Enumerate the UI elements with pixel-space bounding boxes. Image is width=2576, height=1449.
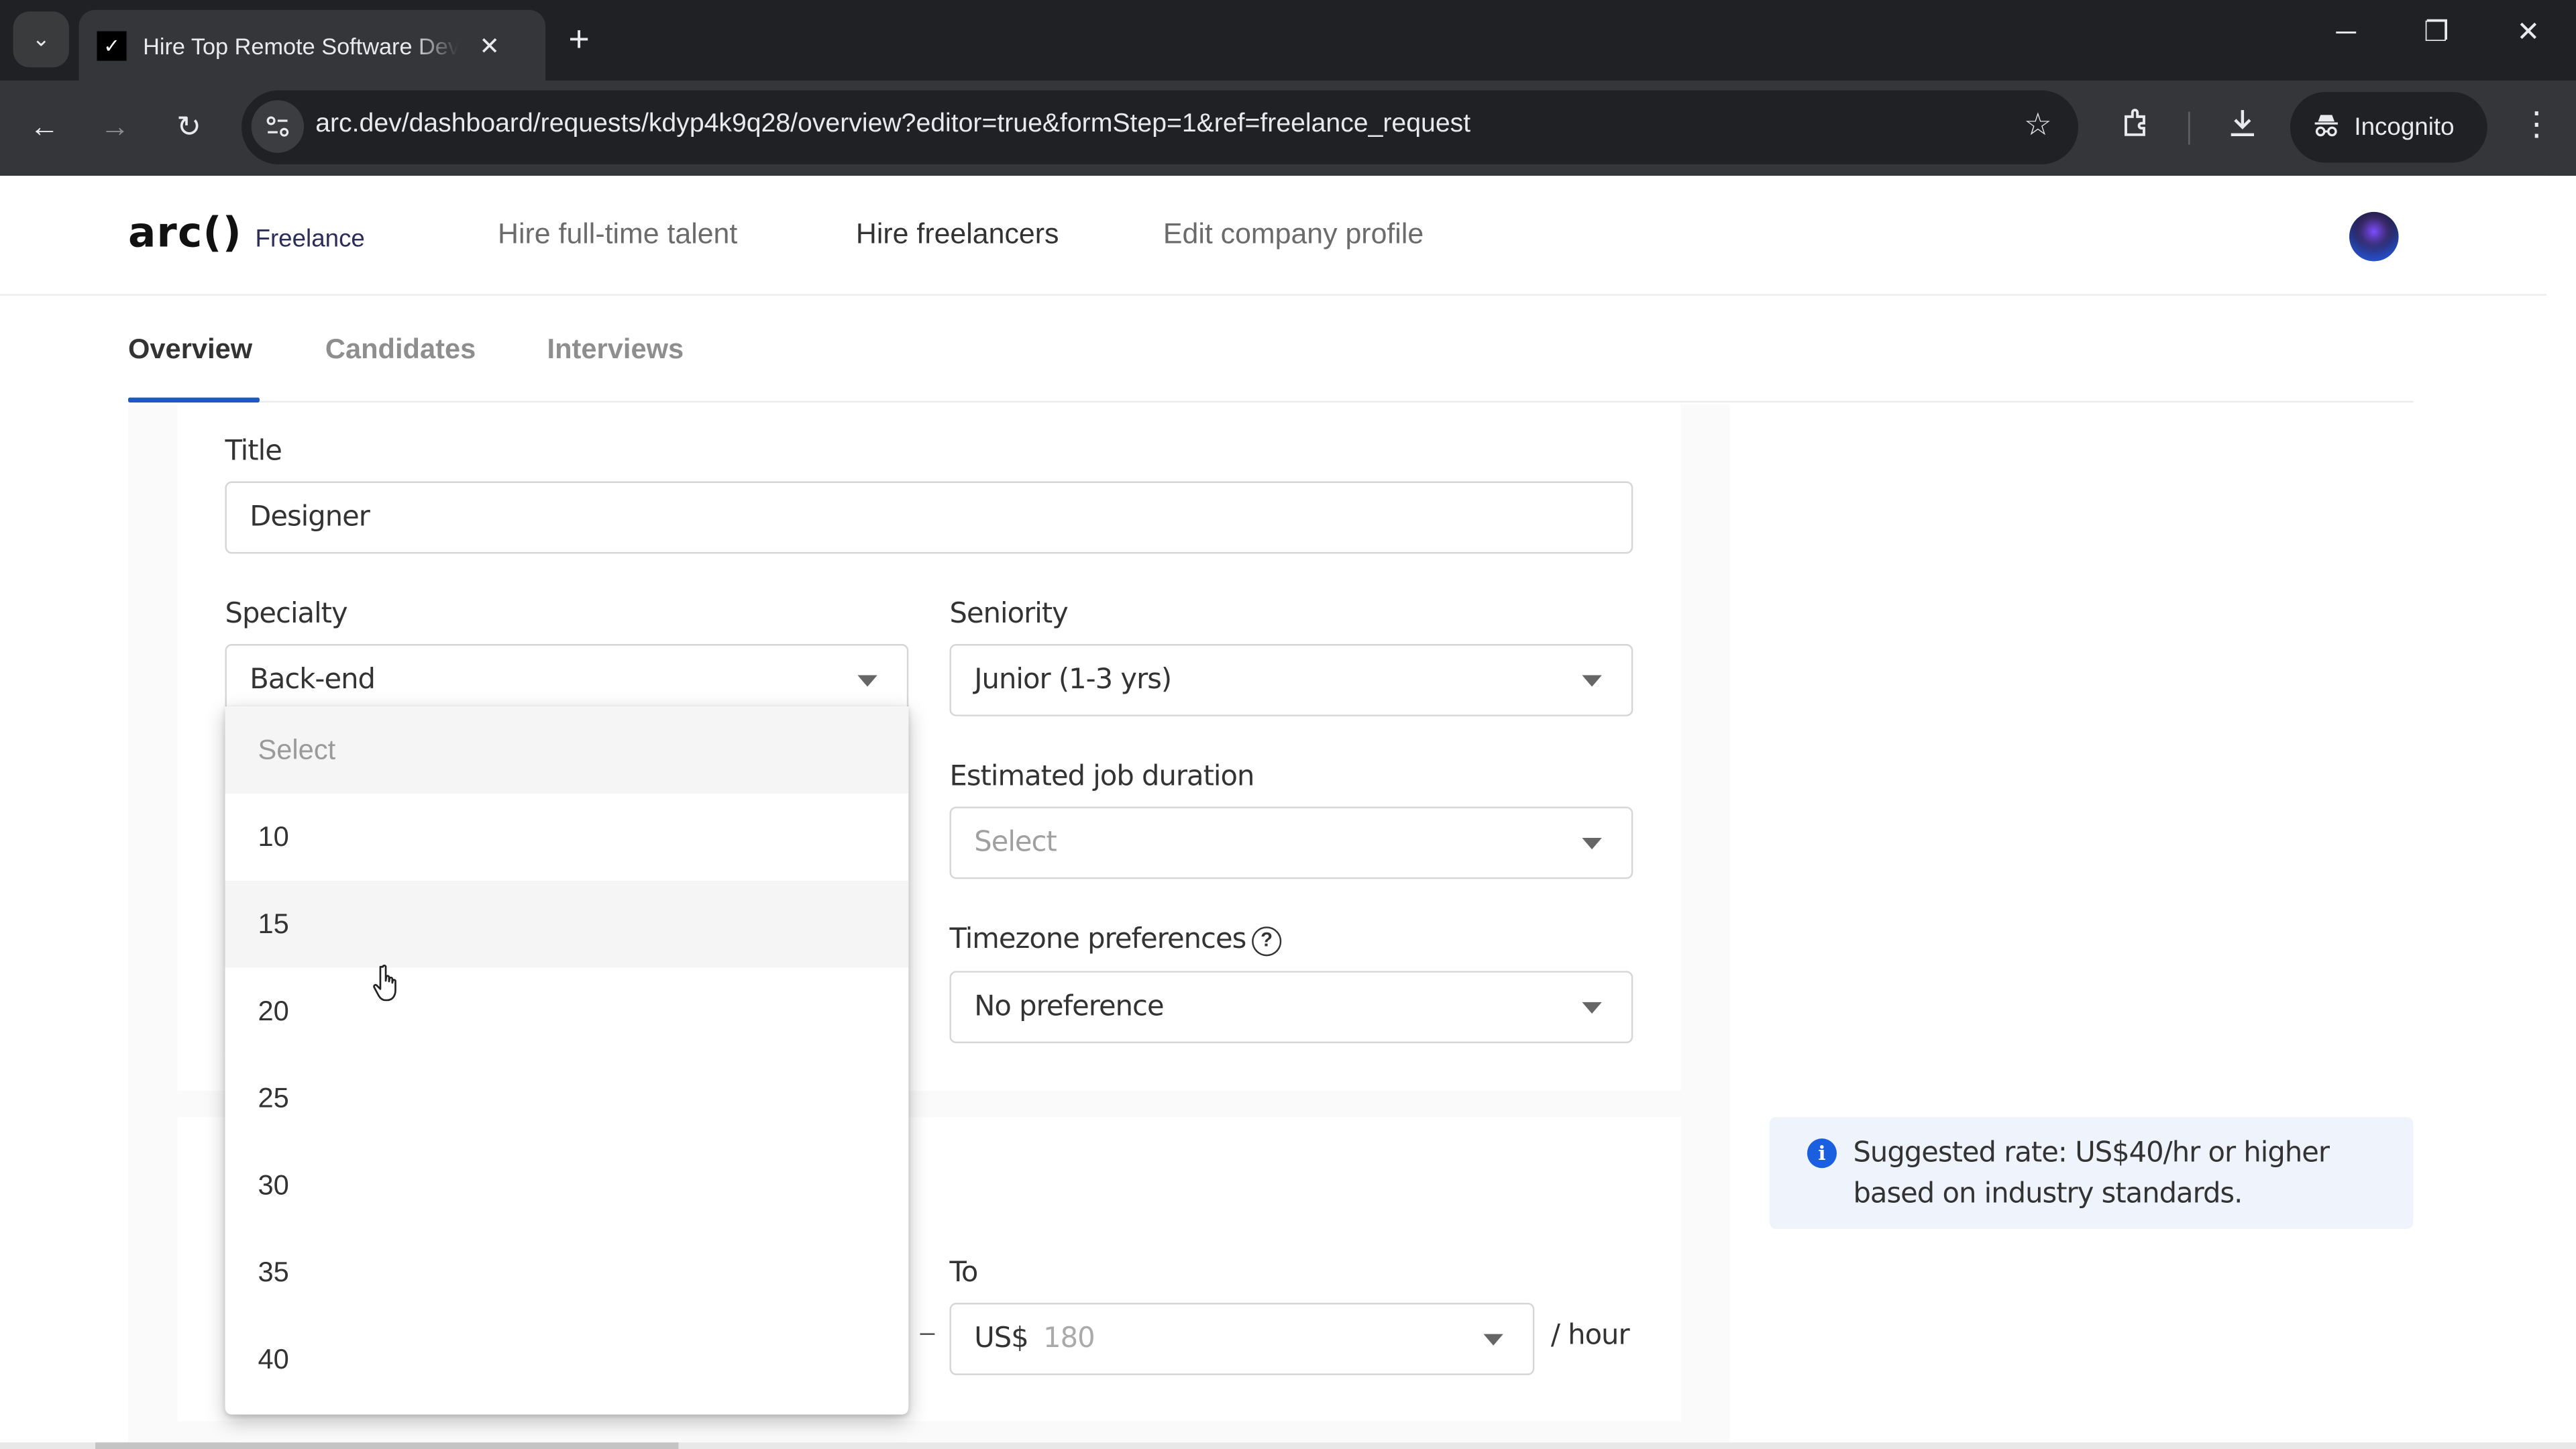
info-icon: i [1807,1138,1837,1169]
browser-tab[interactable]: ✓ Hire Top Remote Software Developers ✕ [78,9,546,81]
dropdown-option[interactable]: 35 [225,1228,909,1316]
suggested-rate-notice: i Suggested rate: US$40/hr or higher bas… [1769,1117,2414,1229]
browser-titlebar: ⌄ ✓ Hire Top Remote Software Developers … [0,0,2576,81]
hand-cursor-icon [371,963,404,1006]
horizontal-scrollbar-thumb[interactable] [95,1442,679,1449]
restore-icon[interactable]: ❐ [2412,16,2461,49]
tab-candidates[interactable]: Candidates [325,333,476,366]
nav-edit-company-profile[interactable]: Edit company profile [1163,217,1424,251]
caret-down-icon [1582,1002,1602,1014]
duration-placeholder: Select [974,826,1057,859]
bookmark-star-icon[interactable]: ☆ [2024,107,2052,144]
back-icon[interactable]: ← [25,109,64,145]
minimize-icon[interactable]: ─ [2321,16,2370,49]
extensions-icon[interactable] [2119,107,2152,148]
specialty-value: Back-end [250,663,376,697]
arc-logo[interactable]: arc() Freelance [128,209,365,256]
specialty-select[interactable]: Back-end [225,644,909,716]
range-separator: – [920,1319,935,1348]
tab-overview[interactable]: Overview [128,333,252,366]
dropdown-option[interactable]: 30 [225,1142,909,1229]
browser-menu-icon[interactable]: ⋮ [2520,103,2553,144]
address-bar[interactable]: arc.dev/dashboard/requests/kdyp4k9q28/ov… [241,90,2078,164]
suggested-rate-text: Suggested rate: US$40/hr or higher based… [1853,1136,2330,1211]
incognito-icon [2313,111,2339,144]
active-tab-indicator [128,397,260,403]
dropdown-option[interactable]: 40 [225,1316,909,1403]
reload-icon[interactable]: ↻ [169,109,209,145]
currency-label: US$ [974,1322,1028,1356]
dropdown-option[interactable]: 10 [225,793,909,881]
subtabs: Overview Candidates Interviews [0,295,2546,405]
duration-select[interactable]: Select [949,806,1633,879]
logo-subtitle: Freelance [255,225,365,254]
seniority-select[interactable]: Junior (1-3 yrs) [949,644,1633,716]
tab-title: Hire Top Remote Software Developers [143,32,458,58]
dropdown-option[interactable]: 25 [225,1055,909,1142]
dropdown-option-hovered[interactable]: 15 [225,880,909,968]
logo-mark: arc() [128,209,242,257]
incognito-label: Incognito [2354,113,2455,142]
rate-to-input[interactable]: US$ 180 [949,1303,1535,1375]
timezone-label: Timezone preferences [949,923,1247,957]
right-column [1729,404,2546,1449]
toolbar-divider [2188,111,2190,145]
help-icon[interactable]: ? [1252,926,1282,957]
new-tab-button[interactable]: + [568,19,589,59]
specialty-label: Specialty [225,598,348,631]
close-window-icon[interactable]: ✕ [2504,16,2553,49]
nav-hire-full-time-talent[interactable]: Hire full-time talent [498,217,737,251]
user-avatar[interactable] [2349,211,2399,262]
tab-interviews[interactable]: Interviews [547,333,684,366]
caret-down-icon [857,675,877,687]
tab-close-icon[interactable]: ✕ [475,30,504,60]
title-value: Designer [250,500,370,534]
download-icon[interactable] [2226,107,2259,148]
timezone-select[interactable]: No preference [949,971,1633,1044]
seniority-label: Seniority [949,598,1069,631]
chevron-down-icon: ⌄ [32,26,50,51]
dropdown-option[interactable]: 20 [225,967,909,1055]
title-input[interactable]: Designer [225,481,1633,554]
incognito-profile-button[interactable]: Incognito [2290,92,2487,163]
duration-label: Estimated job duration [949,760,1255,794]
tabs-divider [259,400,2414,403]
screen: ⌄ ✓ Hire Top Remote Software Developers … [0,0,2576,1449]
site-header: arc() Freelance Hire full-time talent Hi… [0,176,2546,296]
arc-favicon-icon: ✓ [97,30,127,60]
nav-hire-freelancers[interactable]: Hire freelancers [856,217,1059,251]
caret-down-icon [1483,1334,1503,1346]
browser-toolbar: ← → ↻ arc.dev/dashboard/requests/kdyp4k9… [0,80,2576,176]
rate-to-placeholder: 180 [1043,1322,1095,1356]
rate-to-label: To [949,1256,979,1290]
specialty-dropdown-menu: Select 10 15 20 25 30 35 40 [225,706,909,1415]
seniority-value: Junior (1-3 yrs) [974,663,1172,697]
caret-down-icon [1582,675,1602,687]
tab-search-button[interactable]: ⌄ [13,11,69,68]
site-info-icon[interactable] [251,100,305,153]
url-text[interactable]: arc.dev/dashboard/requests/kdyp4k9q28/ov… [315,110,1470,140]
caret-down-icon [1582,837,1602,850]
dropdown-option[interactable]: Select [225,706,909,794]
per-hour-label: / hour [1550,1319,1630,1352]
title-label: Title [225,435,282,468]
forward-icon[interactable]: → [95,109,135,145]
timezone-value: No preference [974,990,1164,1024]
